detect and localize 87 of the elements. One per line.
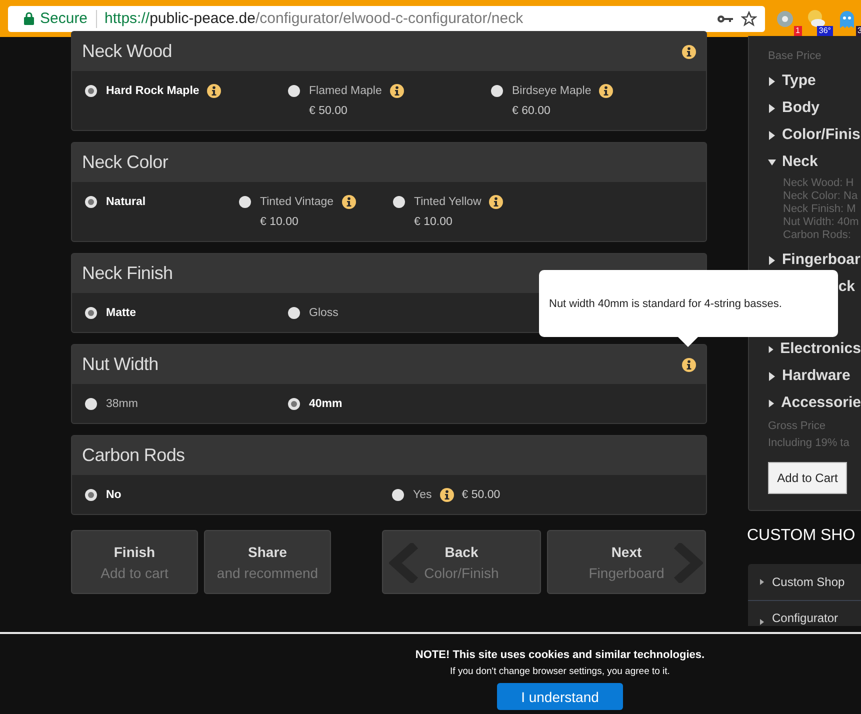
caret-down-icon [768,158,776,166]
tax-note: Including 19% ta [768,436,850,450]
section-heading: CUSTOM SHO [747,527,856,545]
info-icon[interactable] [440,488,454,502]
summary-item[interactable]: Hardware [768,367,861,385]
option-price: € 50.00 [462,488,500,502]
action-button[interactable]: Finish Add to cart [71,530,198,594]
radio-button[interactable] [85,196,97,208]
caret-right-icon [768,104,776,112]
info-icon[interactable] [489,195,504,209]
info-icon[interactable] [682,358,696,372]
summary-item[interactable]: Body [768,99,861,117]
caret-right-icon [768,344,774,354]
menu-item[interactable]: Custom Shop [748,564,861,601]
summary-item[interactable]: Fingerboar [768,251,861,269]
summary-item[interactable]: Type [768,72,861,90]
option-label[interactable]: Gloss [309,306,338,320]
radio-button[interactable] [288,307,300,319]
notification-badge: 1 [794,26,802,36]
info-icon[interactable] [390,84,404,98]
radio-button[interactable] [85,85,97,97]
accept-button[interactable]: I understand [497,683,623,710]
security-label: Secure [40,10,88,27]
option-label[interactable]: 38mm [106,397,138,411]
option-label[interactable]: Tinted Vintage [260,195,334,209]
next-button[interactable]: Next Fingerboard [547,530,706,594]
star-icon[interactable] [741,10,757,26]
summary-detail: Carbon Rods: [783,229,852,242]
summary-item[interactable]: Accessorie [768,394,861,412]
summary-detail: Neck Color: Na [783,190,859,203]
option-price: € 10.00 [260,215,300,229]
radio-button[interactable] [491,85,503,97]
back-button[interactable]: Back Color/Finish [382,530,541,594]
radio-button[interactable] [392,489,404,501]
option-label[interactable]: Tinted Yellow [414,195,482,209]
summary-item[interactable]: Neck [768,153,861,171]
cookie-title: NOTE! This site uses cookies and similar technologies. [415,649,705,661]
notification-badge: 36° [816,26,833,36]
menu-item[interactable]: Configurator [748,601,861,626]
caret-right-icon [768,76,776,86]
caret-right-icon [760,619,764,625]
section-title: Neck Wood [82,41,172,62]
url-text: https://public-peace.de/configurator/elwood-c-configurator/neck [104,10,524,27]
option-label[interactable]: Birdseye Maple [512,84,592,98]
tooltip-pointer [677,336,699,347]
option-label[interactable]: Yes [413,488,432,502]
caret-right-icon [760,579,764,585]
section-title: Nut Width [82,354,158,375]
address-bar[interactable]: Secure https://public-peace.de/configurator/elwood-c-configurator/neck [8,6,765,32]
option-label[interactable]: Matte [106,306,136,320]
radio-button[interactable] [85,307,97,319]
caret-right-icon [768,372,776,380]
option-label[interactable]: 40mm [309,397,342,411]
option-label[interactable]: Hard Rock Maple [106,84,200,98]
action-button[interactable]: Share and recommend [204,530,331,594]
info-icon[interactable] [342,195,356,209]
summary-detail: Neck Wood: H [783,177,855,190]
cookie-text: If you don't change browser settings, you agree to it. [450,666,670,677]
option-label[interactable]: Natural [106,195,146,209]
gross-price-label: Gross Price [768,419,826,433]
radio-button[interactable] [288,85,300,97]
base-price-label: Base Price [768,49,822,63]
radio-button[interactable] [85,489,97,501]
section-title: Neck Finish [82,263,173,284]
info-icon[interactable] [599,84,614,98]
lock-icon [24,12,34,25]
summary-item[interactable]: Color/Finis [768,126,861,144]
option-price: € 60.00 [512,104,552,118]
caret-right-icon [768,130,776,140]
summary-detail: Nut Width: 40m [783,216,860,229]
radio-button[interactable] [288,398,300,410]
radio-button[interactable] [393,196,405,208]
key-icon[interactable] [717,14,733,24]
add-to-cart-button[interactable]: Add to Cart [768,462,847,494]
option-price: € 10.00 [414,215,454,229]
option-price: € 50.00 [309,104,348,118]
radio-button[interactable] [239,196,251,208]
summary-detail: Neck Finish: M [783,203,857,216]
caret-right-icon [768,398,775,408]
option-label[interactable]: No [106,488,122,502]
info-icon[interactable] [682,44,696,58]
section-title: Carbon Rods [82,445,185,466]
info-icon[interactable] [207,84,222,98]
caret-right-icon [768,256,776,264]
option-label[interactable]: Flamed Maple [309,84,382,98]
section-title: Neck Color [82,152,168,173]
radio-button[interactable] [85,398,97,410]
